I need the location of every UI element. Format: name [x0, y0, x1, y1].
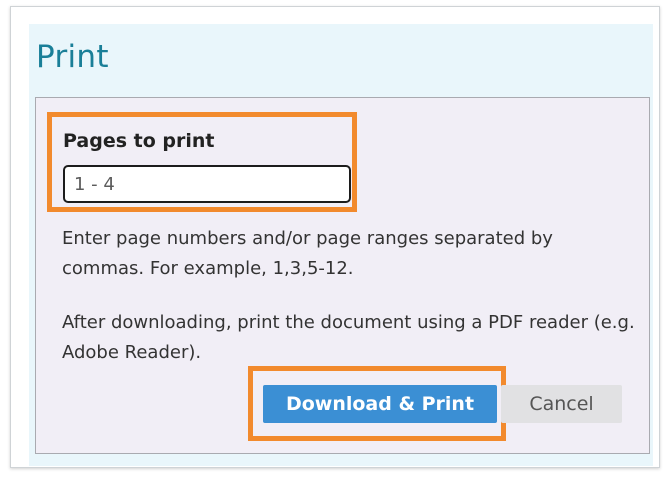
dialog-content: Pages to print Enter page numbers and/or…	[35, 97, 650, 454]
pages-to-print-highlight: Pages to print	[47, 112, 357, 212]
cancel-button[interactable]: Cancel	[501, 385, 622, 423]
download-print-button[interactable]: Download & Print	[263, 385, 497, 423]
pages-to-print-input[interactable]	[63, 165, 351, 203]
print-dialog: Print Pages to print Enter page numbers …	[29, 24, 653, 466]
pdf-reader-help-text: After downloading, print the document us…	[62, 312, 635, 363]
page-range-help-text: Enter page numbers and/or page ranges se…	[62, 228, 553, 279]
download-print-highlight: Download & Print	[248, 366, 506, 441]
pages-to-print-label: Pages to print	[63, 130, 215, 152]
dialog-title: Print	[36, 39, 109, 75]
